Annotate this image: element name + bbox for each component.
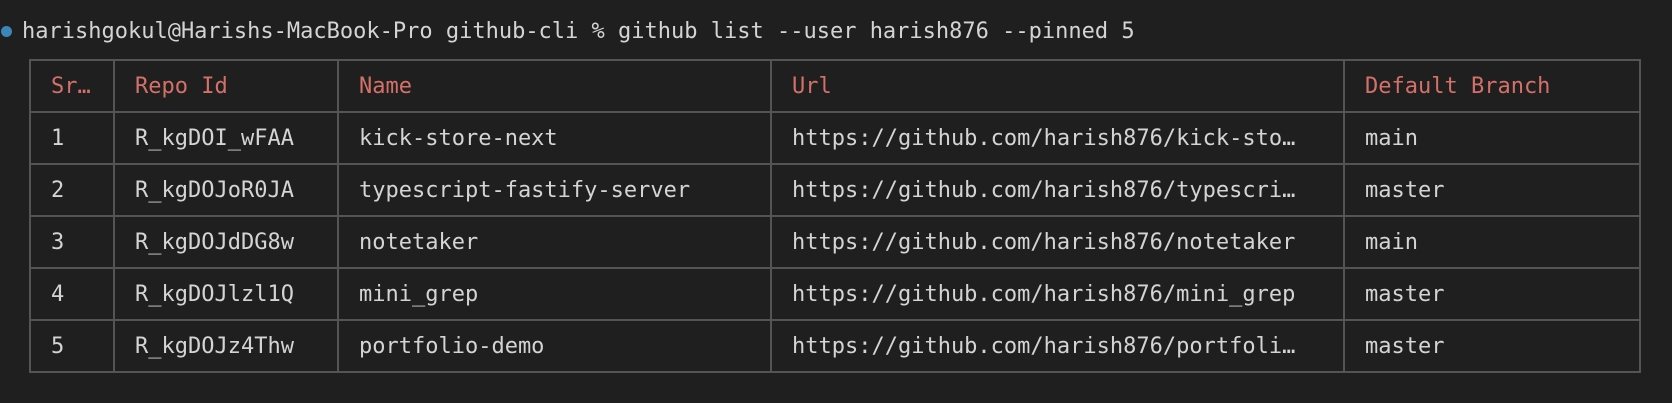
cell-url[interactable]: https://github.com/harish876/kick-sto… [770,111,1345,165]
cell-default-branch: master [1343,267,1641,321]
cell-url[interactable]: https://github.com/harish876/portfoli… [770,319,1345,373]
cell-sr: 3 [29,215,115,269]
cell-sr: 2 [29,163,115,217]
cell-default-branch: main [1343,111,1641,165]
cell-sr: 4 [29,267,115,321]
cell-repo-id: R_kgDOI_wFAA [113,111,339,165]
header-sr: Sr… [29,59,115,113]
cell-sr: 1 [29,111,115,165]
cell-default-branch: main [1343,215,1641,269]
cell-name: typescript-fastify-server [337,163,772,217]
command-text: github list --user harish876 --pinned 5 [618,18,1135,44]
cell-repo-id: R_kgDOJoR0JA [113,163,339,217]
prompt-text: harishgokul@Harishs-MacBook-Pro github-c… [22,18,619,44]
table-header-row: Sr… Repo Id Name Url Default Branch [29,59,1641,113]
repo-table: Sr… Repo Id Name Url Default Branch 1 R_… [29,59,1641,373]
cell-url[interactable]: https://github.com/harish876/notetaker [770,215,1345,269]
header-url: Url [770,59,1345,113]
cell-name: notetaker [337,215,772,269]
cell-name: mini_grep [337,267,772,321]
cell-repo-id: R_kgDOJz4Thw [113,319,339,373]
header-default-branch: Default Branch [1343,59,1641,113]
cell-sr: 5 [29,319,115,373]
table-row: 4 R_kgDOJlzl1Q mini_grep https://github.… [29,267,1641,321]
command-prompt-line: harishgokul@Harishs-MacBook-Pro github-c… [0,14,1135,48]
status-dot-icon [1,25,12,37]
header-repo-id: Repo Id [113,59,339,113]
cell-name: portfolio-demo [337,319,772,373]
cell-url[interactable]: https://github.com/harish876/typescri… [770,163,1345,217]
cell-repo-id: R_kgDOJlzl1Q [113,267,339,321]
cell-default-branch: master [1343,319,1641,373]
cell-url[interactable]: https://github.com/harish876/mini_grep [770,267,1345,321]
header-name: Name [337,59,772,113]
table-row: 5 R_kgDOJz4Thw portfolio-demo https://gi… [29,319,1641,373]
cell-name: kick-store-next [337,111,772,165]
cell-repo-id: R_kgDOJdDG8w [113,215,339,269]
table-row: 2 R_kgDOJoR0JA typescript-fastify-server… [29,163,1641,217]
table-row: 3 R_kgDOJdDG8w notetaker https://github.… [29,215,1641,269]
table-row: 1 R_kgDOI_wFAA kick-store-next https://g… [29,111,1641,165]
cell-default-branch: master [1343,163,1641,217]
